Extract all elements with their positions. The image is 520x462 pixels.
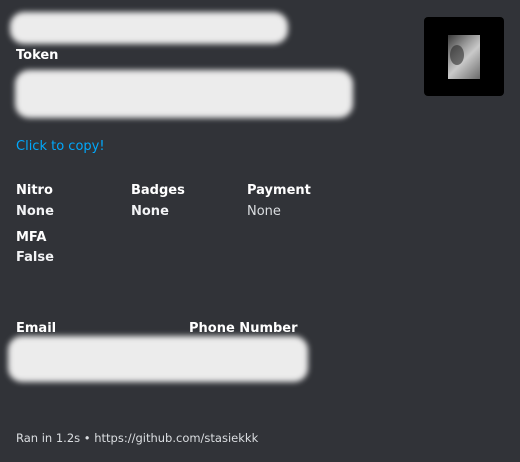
nitro-label: Nitro xyxy=(16,183,53,198)
redacted-contact-info xyxy=(8,336,308,382)
payment-label: Payment xyxy=(247,183,311,198)
badges-value: None xyxy=(131,204,169,219)
redacted-username xyxy=(10,12,288,44)
token-label: Token xyxy=(16,48,59,63)
avatar-thumbnail xyxy=(424,17,504,96)
badges-label: Badges xyxy=(131,183,185,198)
mfa-label: MFA xyxy=(16,230,47,245)
copy-token-link[interactable]: Click to copy! xyxy=(16,139,105,154)
nitro-value: None xyxy=(16,204,54,219)
footer-text: Ran in 1.2s • https://github.com/stasiek… xyxy=(16,431,259,445)
phone-number-label: Phone Number xyxy=(189,321,298,336)
mfa-value: False xyxy=(16,250,54,265)
redacted-token xyxy=(15,70,353,118)
email-label: Email xyxy=(16,321,57,336)
payment-value: None xyxy=(247,204,281,219)
avatar-image xyxy=(448,35,480,79)
